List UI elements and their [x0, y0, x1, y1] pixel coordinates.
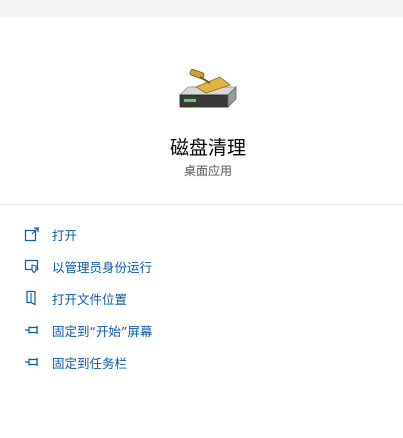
actions-list: 打开 以管理员身份运行 打开文件位置 固定到“开始”屏幕 固定到任务栏 [0, 218, 403, 378]
top-strip [0, 0, 403, 17]
pin-to-start-label: 固定到“开始”屏幕 [52, 324, 153, 339]
pin-to-taskbar-label: 固定到任务栏 [52, 356, 128, 371]
file-location-icon [26, 290, 36, 306]
pin-icon [25, 326, 38, 334]
run-as-admin-icon [24, 259, 39, 274]
app-subtitle: 桌面应用 [183, 164, 232, 178]
open-file-location-label: 打开文件位置 [52, 292, 128, 307]
open-label: 打开 [52, 228, 78, 243]
pin-icon [25, 358, 38, 366]
app-details-panel: 磁盘清理 桌面应用 打开 以管理员身份运行 打开文件位置 固定到“开始”屏幕 固… [0, 0, 403, 438]
pin-to-start-action[interactable]: 固定到“开始”屏幕 [0, 314, 403, 346]
open-action[interactable]: 打开 [0, 218, 403, 250]
divider [0, 204, 403, 205]
open-icon [24, 227, 39, 242]
app-header: 磁盘清理 桌面应用 [0, 17, 403, 204]
run-as-admin-label: 以管理员身份运行 [52, 260, 153, 275]
app-title: 磁盘清理 [169, 137, 246, 159]
pin-to-taskbar-action[interactable]: 固定到任务栏 [0, 346, 403, 378]
disk-cleanup-icon [179, 68, 237, 108]
open-file-location-action[interactable]: 打开文件位置 [0, 282, 403, 314]
run-as-admin-action[interactable]: 以管理员身份运行 [0, 250, 403, 282]
